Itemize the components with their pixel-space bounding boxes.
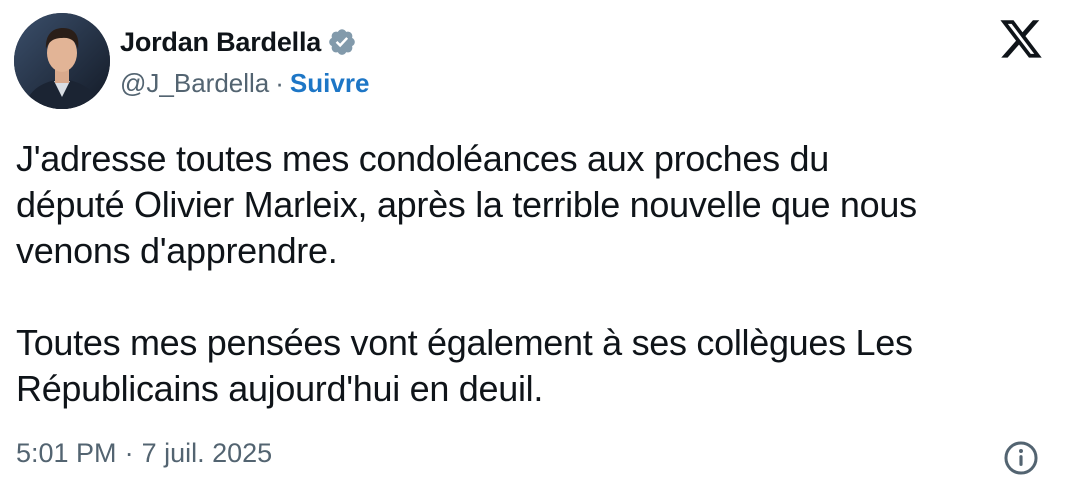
handle-separator: · bbox=[275, 67, 284, 98]
follow-button[interactable]: Suivre bbox=[290, 68, 370, 99]
verified-badge-icon bbox=[327, 27, 357, 57]
tweet-time[interactable]: 5:01 PM bbox=[16, 438, 117, 469]
author-handle-row: @J_Bardella · Suivre bbox=[120, 66, 369, 100]
author-display-name[interactable]: Jordan Bardella bbox=[120, 27, 321, 58]
info-icon[interactable] bbox=[1002, 439, 1040, 477]
timestamp-separator: · bbox=[124, 438, 134, 468]
author-handle[interactable]: @J_Bardella bbox=[120, 68, 269, 99]
avatar-image bbox=[14, 13, 110, 109]
tweet-text: J'adresse toutes mes condoléances aux pr… bbox=[16, 138, 917, 409]
x-logo-icon[interactable] bbox=[998, 16, 1044, 60]
author-name-row: Jordan Bardella bbox=[120, 22, 357, 62]
tweet-date[interactable]: 7 juil. 2025 bbox=[142, 438, 273, 469]
tweet-timestamp[interactable]: 5:01 PM · 7 juil. 2025 bbox=[16, 438, 272, 469]
avatar[interactable] bbox=[14, 13, 110, 109]
